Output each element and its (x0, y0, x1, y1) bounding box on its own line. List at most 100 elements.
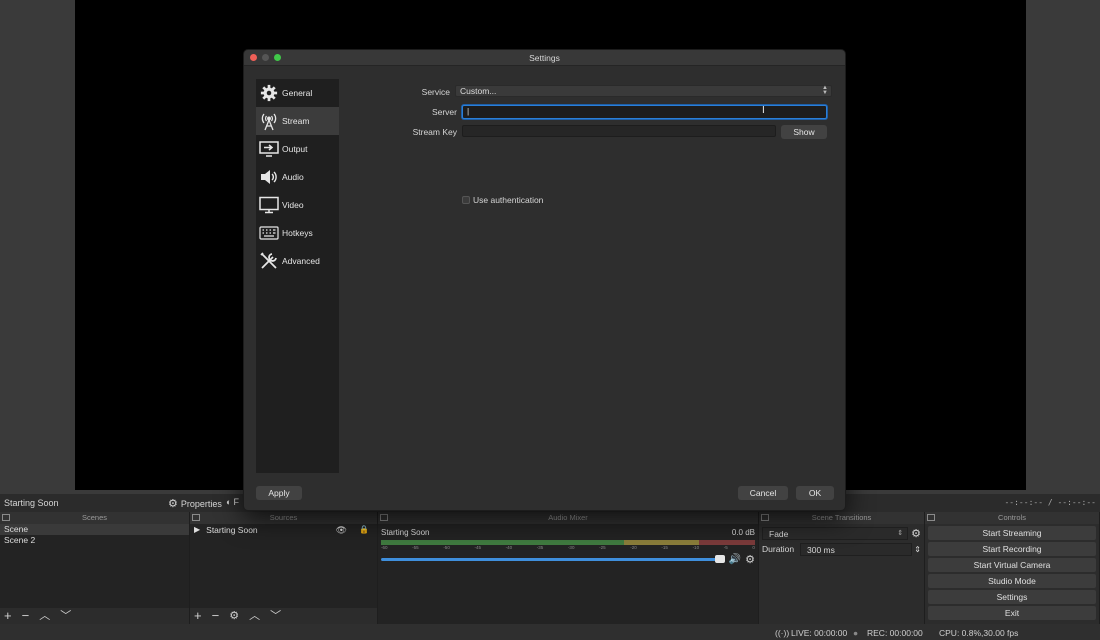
server-input[interactable]: | I (462, 105, 827, 119)
sources-list: ▶ Starting Soon 👁 🔒 (190, 524, 377, 608)
float-icon[interactable] (380, 514, 388, 521)
meter-tick-label: -25 (599, 545, 606, 550)
nav-label: Stream (282, 116, 310, 126)
exit-button[interactable]: Exit (928, 606, 1096, 620)
studio-mode-button[interactable]: Studio Mode (928, 574, 1096, 588)
meter-tick-label: -55 (412, 545, 419, 550)
float-icon[interactable] (761, 514, 769, 521)
meter-tick-label: -20 (630, 545, 637, 550)
service-select[interactable]: Custom... ▲ ▼ (455, 85, 832, 97)
gear-icon[interactable]: ⚙ (229, 609, 239, 623)
current-scene-label: Starting Soon (4, 498, 59, 508)
eye-icon[interactable]: 👁 (336, 524, 347, 536)
mixer-dock-header: Audio Mixer (378, 512, 758, 524)
float-icon[interactable] (192, 514, 200, 521)
start-streaming-button[interactable]: Start Streaming (928, 526, 1096, 540)
settings-button[interactable]: Settings (928, 590, 1096, 604)
live-icon: ((·)) (775, 628, 790, 638)
service-label: Service (421, 87, 450, 97)
mixer-channel-name: Starting Soon (381, 528, 430, 537)
use-auth-label: Use authentication (473, 195, 544, 205)
remove-icon[interactable]: − (22, 609, 30, 623)
start-virtual-camera-button[interactable]: Start Virtual Camera (928, 558, 1096, 572)
nav-label: Hotkeys (282, 228, 313, 238)
volume-slider[interactable] (381, 555, 725, 563)
duration-field[interactable]: 300 ms (800, 542, 913, 556)
nav-label: General (282, 88, 313, 98)
use-authentication-checkbox[interactable]: Use authentication (462, 195, 543, 205)
cpu-status: CPU: 0.8%,30.00 fps (939, 628, 1019, 638)
transition-select[interactable]: Fade ⇕ (762, 526, 909, 540)
apply-button[interactable]: Apply (256, 486, 302, 500)
status-bar: ((·)) LIVE: 00:00:00 ● REC: 00:00:00 CPU… (0, 624, 1100, 640)
ok-button[interactable]: OK (796, 486, 834, 500)
properties-label: Properties (180, 498, 222, 509)
checkbox-box[interactable] (462, 196, 470, 204)
stream-key-input[interactable] (462, 125, 776, 137)
remove-icon[interactable]: − (212, 609, 220, 623)
stepper-icon[interactable]: ⇕ (914, 545, 921, 554)
sources-dock-header: Sources (190, 512, 377, 524)
dialog-title: Settings (529, 53, 560, 63)
source-item[interactable]: ▶ Starting Soon 👁 🔒 (190, 524, 377, 536)
float-icon[interactable] (927, 514, 935, 521)
gear-icon[interactable]: ⚙ (745, 553, 755, 566)
add-icon[interactable]: + (4, 609, 12, 623)
nav-item-stream[interactable]: Stream (256, 107, 339, 135)
nav-item-output[interactable]: Output (256, 135, 339, 163)
updown-icon: ⇕ (897, 529, 904, 537)
sources-toolbar: + − ⚙ ︿ ﹀ (190, 608, 377, 624)
nav-item-general[interactable]: General (256, 79, 339, 107)
close-window-button[interactable] (250, 54, 257, 61)
nav-label: Video (282, 200, 304, 210)
meter-tick-label: -60 (381, 545, 388, 550)
show-button[interactable]: Show (781, 125, 827, 139)
duration-label: Duration (762, 544, 795, 554)
gear-icon[interactable]: ⚙ (911, 527, 921, 540)
chevron-down-icon[interactable]: ﹀ (60, 609, 71, 623)
tools-icon (259, 251, 279, 271)
source-name: Starting Soon (206, 525, 258, 535)
scene-item[interactable]: Scene 2 (0, 535, 189, 546)
settings-sidebar: General Stream Output Audio Video Hotkey… (256, 79, 339, 473)
meter-tick-label: 0 (752, 545, 755, 550)
nav-item-hotkeys[interactable]: Hotkeys (256, 219, 339, 247)
nav-item-audio[interactable]: Audio (256, 163, 339, 191)
gear-icon (259, 83, 279, 103)
monitor-icon (259, 195, 279, 215)
float-icon[interactable] (2, 514, 10, 521)
sources-title: Sources (269, 513, 298, 522)
start-recording-button[interactable]: Start Recording (928, 542, 1096, 556)
cancel-button[interactable]: Cancel (738, 486, 788, 500)
chevron-up-icon[interactable]: ︿ (249, 609, 260, 623)
nav-item-advanced[interactable]: Advanced (256, 247, 339, 275)
transition-value: Fade (769, 528, 789, 539)
add-icon[interactable]: + (194, 609, 202, 623)
scene-item[interactable]: Scene (0, 524, 189, 535)
meter-tick-label: -40 (505, 545, 513, 550)
filters-button[interactable]: ◐ F (226, 497, 239, 507)
scenes-dock-header: Scenes (0, 512, 189, 524)
antenna-icon (259, 111, 279, 131)
meter-ticks: -60 -55 -50 -45 -40 -35 -30 -25 -20 -15 -10 -5 0 (381, 545, 755, 553)
service-value: Custom... (460, 86, 497, 96)
minimize-window-button[interactable] (262, 54, 269, 61)
meter-tick-label: -35 (536, 545, 544, 550)
meter-tick-label: -15 (661, 545, 668, 550)
nav-item-video[interactable]: Video (256, 191, 339, 219)
filters-label: F (233, 497, 239, 507)
meter-tick-label: -5 (723, 545, 728, 550)
rec-status: REC: 00:00:00 (867, 628, 923, 638)
play-icon: ▶ (194, 525, 201, 534)
zoom-window-button[interactable] (274, 54, 281, 61)
filter-icon: ◐ (226, 497, 232, 507)
lock-icon[interactable]: 🔒 (359, 524, 369, 536)
chevron-down-icon[interactable]: ﹀ (270, 609, 281, 623)
speaker-icon[interactable]: 🔊 (729, 554, 741, 565)
volume-slider-thumb[interactable] (714, 555, 725, 563)
chevron-up-icon[interactable]: ︿ (39, 609, 50, 623)
controls-dock-header: Controls (925, 512, 1099, 524)
properties-button[interactable]: ⚙ Properties (168, 497, 222, 510)
meter-tick-label: -50 (443, 545, 450, 550)
output-icon (259, 139, 279, 159)
